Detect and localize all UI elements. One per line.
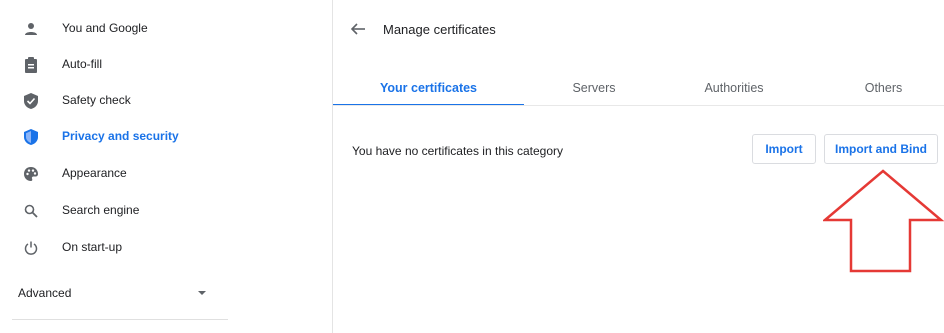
sidebar-divider	[12, 319, 228, 320]
chevron-down-icon	[198, 291, 206, 295]
back-arrow-icon[interactable]	[349, 20, 367, 38]
search-icon	[22, 202, 40, 220]
sidebar-item-on-start-up[interactable]: On start-up	[0, 231, 300, 265]
clipboard-icon	[22, 56, 40, 74]
sidebar-item-search-engine[interactable]: Search engine	[0, 194, 300, 228]
sidebar-item-appearance[interactable]: Appearance	[0, 157, 300, 191]
page-title: Manage certificates	[383, 22, 496, 37]
certificates-panel: Manage certificates Your certificates Se…	[333, 0, 944, 333]
sidebar-item-label: On start-up	[62, 240, 123, 254]
sidebar-item-safety-check[interactable]: Safety check	[0, 84, 300, 118]
sidebar-item-auto-fill[interactable]: Auto-fill	[0, 48, 300, 82]
sidebar-item-label: Auto-fill	[62, 57, 103, 71]
annotation-up-arrow	[821, 168, 944, 274]
import-and-bind-button[interactable]: Import and Bind	[824, 134, 938, 164]
sidebar-item-privacy-and-security[interactable]: Privacy and security	[0, 120, 300, 154]
advanced-label: Advanced	[18, 286, 72, 300]
tab-your-certificates[interactable]: Your certificates	[333, 72, 524, 106]
tab-others[interactable]: Others	[823, 72, 944, 106]
palette-icon	[22, 165, 40, 183]
advanced-toggle[interactable]: Advanced	[0, 276, 230, 310]
power-icon	[22, 239, 40, 257]
import-button[interactable]: Import	[752, 134, 816, 164]
sidebar-item-you-and-google[interactable]: You and Google	[0, 12, 300, 46]
sidebar-item-label: Privacy and security	[62, 129, 179, 143]
sidebar-item-label: Safety check	[62, 93, 131, 107]
person-icon	[22, 20, 40, 38]
tab-authorities[interactable]: Authorities	[664, 72, 804, 106]
sidebar-item-label: You and Google	[62, 21, 148, 35]
certificate-tabs: Your certificates Servers Authorities Ot…	[333, 72, 944, 106]
settings-sidebar: You and Google Auto-fill Safety check Pr…	[0, 0, 333, 333]
shield-check-icon	[22, 92, 40, 110]
tab-servers[interactable]: Servers	[524, 72, 664, 106]
sidebar-item-label: Search engine	[62, 203, 140, 217]
sidebar-item-label: Appearance	[62, 166, 127, 180]
shield-icon	[22, 128, 40, 146]
empty-state-message: You have no certificates in this categor…	[352, 144, 564, 158]
tabs-divider	[333, 105, 944, 106]
